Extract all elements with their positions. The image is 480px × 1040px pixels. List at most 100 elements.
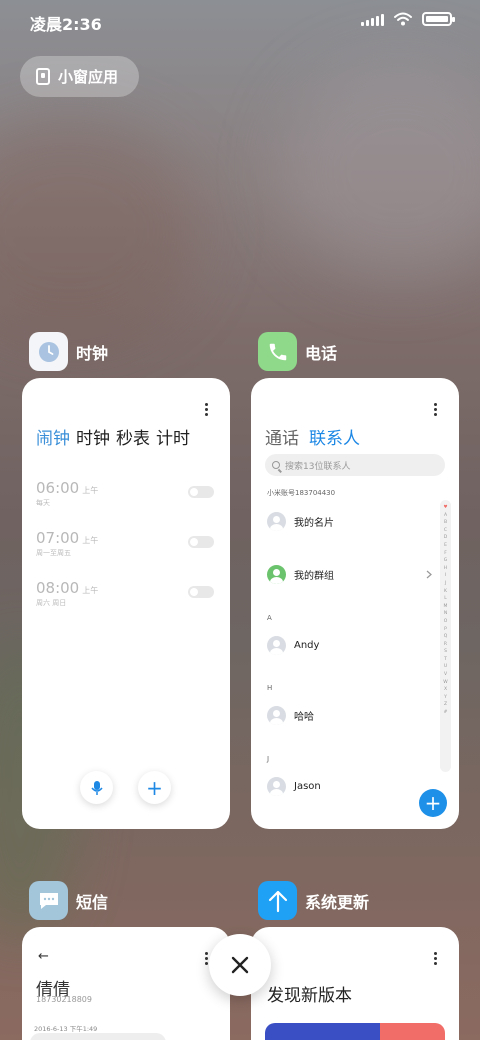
group-avatar [267, 565, 286, 584]
account-label: 小米账号183704430 [267, 489, 336, 497]
alarm-row[interactable]: 08:00 上午 周六 周日 [36, 578, 214, 618]
back-arrow-icon[interactable]: ← [38, 949, 49, 964]
alphabet-index-letter[interactable]: H [444, 565, 447, 573]
contact-search-input[interactable]: 搜索13位联系人 [265, 454, 445, 476]
update-app-name: 系统更新 [305, 892, 370, 912]
contact-item[interactable]: 哈哈 [267, 706, 314, 725]
sms-app-name: 短信 [76, 892, 109, 912]
alphabet-index-letter[interactable]: Y [444, 694, 447, 702]
my-card-label: 我的名片 [294, 518, 334, 529]
alarm-toggle[interactable] [188, 486, 214, 498]
alphabet-index-letter[interactable]: O [444, 618, 448, 626]
alphabet-index-letter[interactable]: A [444, 512, 447, 520]
avatar [267, 512, 286, 531]
clock-app-card[interactable]: 闹钟 时钟 秒表 计时 06:00 上午 每天 07:00 上午 周一至周五 08:… [22, 378, 230, 829]
alphabet-index-letter[interactable]: X [444, 686, 447, 694]
arrow-up-icon [268, 890, 287, 912]
tab-calls[interactable]: 通话 [265, 424, 299, 449]
avatar [267, 777, 286, 796]
alarm-time: 08:00 [36, 579, 80, 597]
alphabet-index-letter[interactable]: B [444, 519, 447, 527]
alphabet-index-letter[interactable]: I [445, 572, 446, 580]
alphabet-index-letter[interactable]: Z [444, 701, 447, 709]
sms-app-card[interactable]: ← 倩倩 18730218809 2016-6-13 下午1:49 [22, 927, 230, 1040]
tab-alarm[interactable]: 闹钟 [36, 424, 70, 449]
alphabet-index-bar[interactable]: ♥ A B C D E F G H I J K L M N O P Q R S T U V W X Y Z # [440, 500, 451, 772]
tab-contacts[interactable]: 联系人 [309, 424, 360, 449]
phone-app-icon[interactable] [258, 332, 297, 371]
alphabet-index-letter[interactable]: L [444, 595, 447, 603]
update-app-header[interactable]: 系统更新 [258, 881, 369, 920]
search-placeholder: 搜索13位联系人 [285, 461, 351, 472]
alphabet-index-letter[interactable]: R [444, 641, 447, 649]
more-options-icon[interactable] [434, 403, 438, 416]
clock-tabs: 闹钟 时钟 秒表 计时 [36, 424, 190, 449]
clock-app-icon[interactable] [29, 332, 68, 371]
alphabet-index-letter[interactable]: W [443, 679, 447, 687]
add-contact-button[interactable]: + [419, 789, 447, 817]
alarm-repeat: 周一至周五 [36, 549, 71, 557]
alphabet-index-letter[interactable]: J [445, 580, 446, 588]
tab-timer[interactable]: 计时 [156, 424, 190, 449]
add-alarm-button[interactable]: + [138, 771, 171, 804]
alarm-row[interactable]: 06:00 上午 每天 [36, 478, 214, 518]
alarm-ampm: 上午 [82, 536, 99, 545]
avatar [267, 706, 286, 725]
alphabet-index-letter[interactable]: # [444, 709, 448, 717]
my-card-item[interactable]: 我的名片 [267, 512, 334, 531]
voice-alarm-button[interactable] [80, 771, 113, 804]
alarm-ampm: 上午 [82, 486, 99, 495]
signal-icon [361, 12, 384, 26]
sms-app-header[interactable]: 短信 [29, 881, 108, 920]
status-icons [361, 12, 455, 26]
alphabet-index-letter[interactable]: ♥ [443, 504, 447, 512]
my-groups-label: 我的群组 [294, 571, 334, 582]
alphabet-index-letter[interactable]: M [444, 603, 448, 611]
small-window-icon [36, 68, 50, 85]
message-date: 2016-6-13 下午1:49 [34, 1025, 98, 1033]
sms-app-icon[interactable] [29, 881, 68, 920]
alphabet-index-letter[interactable]: U [444, 663, 447, 671]
chevron-right-icon [426, 570, 432, 579]
alphabet-index-letter[interactable]: V [444, 671, 447, 679]
my-groups-item[interactable]: 我的群组 [267, 565, 334, 584]
alphabet-index-letter[interactable]: S [444, 648, 447, 656]
update-app-icon[interactable] [258, 881, 297, 920]
alphabet-index-letter[interactable]: T [444, 656, 447, 664]
section-letter: J [267, 755, 270, 763]
alphabet-index-letter[interactable]: F [444, 550, 447, 558]
alphabet-index-letter[interactable]: D [444, 534, 447, 542]
clock-app-header[interactable]: 时钟 [29, 332, 108, 371]
small-window-button[interactable]: 小窗应用 [20, 56, 139, 97]
tab-stopwatch[interactable]: 秒表 [116, 424, 150, 449]
alarm-toggle[interactable] [188, 586, 214, 598]
status-bar: 凌晨2:36 [0, 0, 480, 44]
alarm-toggle[interactable] [188, 536, 214, 548]
alarm-time: 07:00 [36, 529, 80, 547]
section-letter: H [267, 684, 273, 692]
clock-app-name: 时钟 [76, 343, 109, 363]
wifi-icon [394, 12, 412, 26]
more-options-icon[interactable] [205, 403, 209, 416]
alarm-repeat: 每天 [36, 499, 50, 507]
more-options-icon[interactable] [434, 952, 438, 965]
contact-item[interactable]: Andy [267, 636, 319, 655]
search-icon [272, 461, 280, 469]
update-title: 发现新版本 [267, 986, 352, 1006]
phone-app-header[interactable]: 电话 [258, 332, 337, 371]
alphabet-index-letter[interactable]: E [444, 542, 447, 550]
alphabet-index-letter[interactable]: G [444, 557, 448, 565]
close-all-button[interactable] [209, 934, 271, 996]
alphabet-index-letter[interactable]: K [444, 588, 447, 596]
tab-clock[interactable]: 时钟 [76, 424, 110, 449]
contact-item[interactable]: Jason [267, 777, 321, 796]
update-app-card[interactable]: 发现新版本 [251, 927, 459, 1040]
alphabet-index-letter[interactable]: P [444, 626, 447, 634]
section-letter: A [267, 614, 272, 622]
alphabet-index-letter[interactable]: Q [444, 633, 448, 641]
alarm-row[interactable]: 07:00 上午 周一至周五 [36, 528, 214, 568]
phone-app-card[interactable]: 通话 联系人 搜索13位联系人 小米账号183704430 我的名片 我的群组 … [251, 378, 459, 829]
alphabet-index-letter[interactable]: N [444, 610, 447, 618]
alphabet-index-letter[interactable]: C [444, 527, 447, 535]
message-bubble [30, 1033, 166, 1040]
